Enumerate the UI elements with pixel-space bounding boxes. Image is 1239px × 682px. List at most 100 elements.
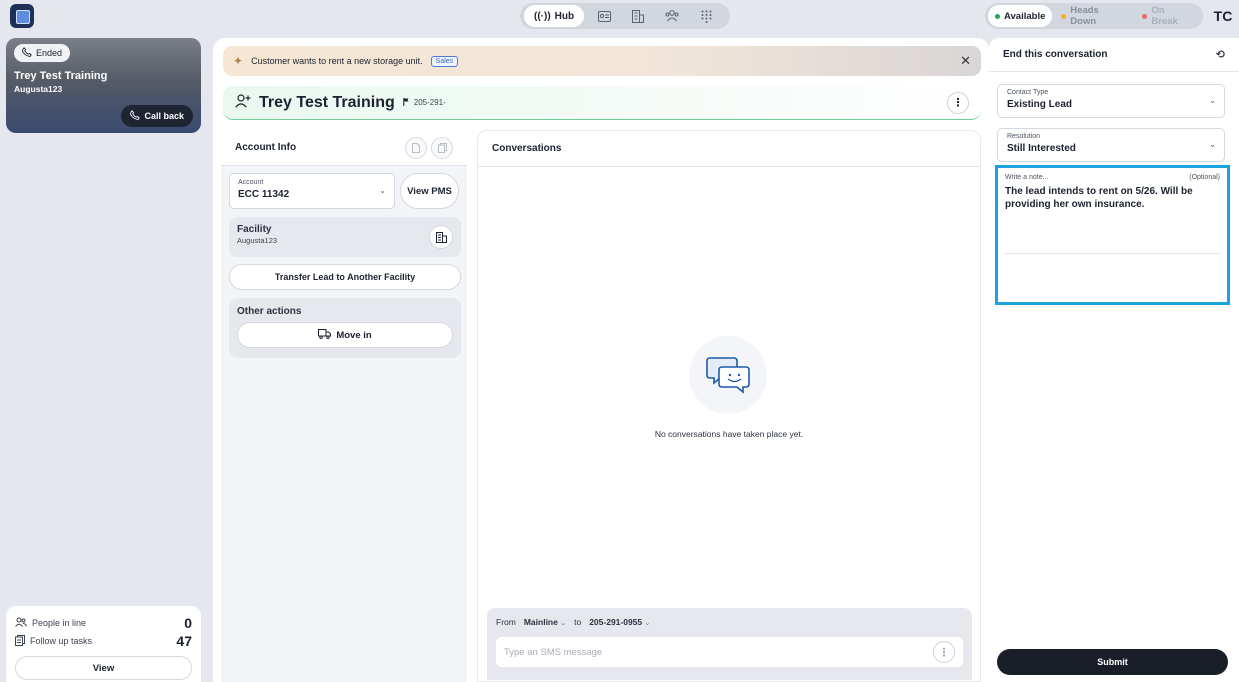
call-status-label: Ended (36, 48, 63, 58)
account-info-title: Account Info (235, 142, 297, 153)
chat-bubbles-icon (689, 336, 767, 414)
note-header: Write a note... (Optional) (1005, 174, 1220, 181)
note-textarea[interactable]: Write a note... (Optional) The lead inte… (995, 165, 1230, 305)
user-avatar[interactable]: TC (1210, 4, 1236, 28)
contact-type-select[interactable]: Contact Type Existing Lead ⌄ (997, 84, 1225, 118)
status-on-break-label: On Break (1151, 5, 1178, 27)
chevron-down-icon: ⌄ (1209, 140, 1216, 149)
copy-icon[interactable] (431, 136, 453, 159)
chevron-down-icon: ⌄ (1209, 96, 1216, 105)
availability-selector: Available Heads Down On Break (985, 3, 1203, 29)
active-call-card[interactable]: Ended Trey Test Training Augusta123 Call… (6, 38, 201, 133)
conversations-header: Conversations (478, 131, 980, 167)
move-in-label: Move in (336, 329, 372, 341)
caller-facility: Augusta123 (14, 84, 63, 94)
top-bar: ((·)) Hub Available Heads Down On Break (0, 0, 1239, 32)
call-back-label: Call back (144, 111, 184, 121)
from-value: Mainline (523, 617, 558, 627)
end-conversation-header: End this conversation ⟲ (989, 38, 1239, 72)
resolution-label: Resolution (1007, 133, 1041, 140)
sms-route-row: From Mainline ⌄ to 205-291-0955 ⌄ (496, 615, 963, 629)
people-in-line-count: 0 (184, 615, 192, 631)
view-queue-button[interactable]: View (15, 656, 192, 680)
chevron-down-icon: ⌄ (379, 186, 386, 195)
move-in-button[interactable]: Move in (237, 322, 453, 348)
contact-type-label: Contact Type (1007, 89, 1049, 96)
phone-icon (130, 110, 141, 122)
follow-up-label: Follow up tasks (30, 636, 93, 646)
account-label: Account (238, 179, 264, 186)
lead-phone-number: 205-291- (413, 98, 446, 107)
lead-header: Trey Test Training 205-291- ⋮ (223, 86, 981, 120)
status-heads-down[interactable]: Heads Down (1054, 5, 1133, 27)
heads-down-dot-icon (1061, 13, 1067, 19)
tasks-icon (15, 634, 25, 648)
facility-title: Facility (237, 224, 272, 235)
conversations-panel: Conversations No conversations have take… (477, 130, 981, 682)
close-icon[interactable]: ✕ (960, 53, 971, 69)
intent-text: Customer wants to rent a new storage uni… (251, 56, 423, 66)
queue-summary: People in line 0 Follow up tasks 47 View (6, 606, 201, 682)
intent-banner: ✦ Customer wants to rent a new storage u… (223, 46, 981, 76)
on-break-dot-icon (1142, 13, 1148, 19)
app-logo[interactable] (10, 4, 34, 28)
other-actions-card: Other actions Move in (229, 298, 461, 358)
sms-placeholder: Type an SMS message (504, 646, 603, 658)
intent-tag: Sales (430, 55, 459, 67)
to-value: 205-291-0955 (589, 617, 643, 627)
call-back-button[interactable]: Call back (121, 105, 193, 127)
lead-phone: 205-291- (403, 97, 446, 108)
sms-more-options-button[interactable]: ⋮ (933, 641, 955, 663)
document-icon[interactable] (405, 136, 427, 159)
flag-icon (403, 97, 409, 108)
resolution-select[interactable]: Resolution Still Interested ⌄ (997, 128, 1225, 162)
end-conversation-title: End this conversation (1003, 49, 1108, 60)
note-optional: (Optional) (1189, 174, 1220, 181)
to-label: to (574, 617, 582, 627)
main-nav: ((·)) Hub (520, 3, 730, 29)
other-actions-title: Other actions (237, 306, 302, 317)
from-select[interactable]: Mainline ⌄ (524, 617, 566, 627)
from-label: From (496, 617, 516, 627)
building-icon[interactable] (429, 225, 453, 249)
person-add-icon (235, 94, 251, 111)
empty-conversations-text: No conversations have taken place yet. (654, 429, 804, 439)
account-info-header: Account Info (221, 130, 467, 166)
account-value: ECC 11342 (238, 189, 290, 200)
building-icon[interactable] (624, 5, 652, 27)
note-label: Write a note... (1005, 174, 1049, 181)
broadcast-icon: ((·)) (534, 10, 551, 22)
nav-hub-label: Hub (554, 10, 575, 22)
account-select[interactable]: Account ECC 11342 ⌄ (229, 173, 395, 209)
people-in-line-label: People in line (32, 618, 87, 628)
chevron-down-icon: ⌄ (560, 620, 567, 627)
end-conversation-panel: End this conversation ⟲ Contact Type Exi… (989, 38, 1239, 682)
transfer-lead-button[interactable]: Transfer Lead to Another Facility (229, 264, 461, 290)
submit-button[interactable]: Submit (997, 649, 1228, 675)
caller-name: Trey Test Training (14, 70, 108, 82)
dialpad-icon[interactable] (692, 5, 720, 27)
to-select[interactable]: 205-291-0955 ⌄ (589, 617, 650, 627)
lead-workspace: ✦ Customer wants to rent a new storage u… (213, 38, 989, 682)
lead-more-options-button[interactable]: ⋮ (947, 91, 969, 114)
phone-icon (22, 47, 32, 59)
sparkle-icon: ✦ (233, 54, 244, 68)
undo-icon[interactable]: ⟲ (1216, 48, 1225, 61)
status-heads-down-label: Heads Down (1070, 5, 1099, 27)
status-available[interactable]: Available (988, 5, 1053, 27)
people-group-icon[interactable] (658, 5, 686, 27)
call-status-badge: Ended (14, 44, 71, 62)
contact-type-value: Existing Lead (1007, 99, 1073, 110)
nav-hub-tab[interactable]: ((·)) Hub (524, 5, 585, 27)
available-dot-icon (995, 13, 1000, 19)
contact-card-icon[interactable] (590, 5, 618, 27)
view-pms-button[interactable]: View PMS (400, 173, 459, 209)
note-text: The lead intends to rent on 5/26. Will b… (1005, 186, 1193, 210)
lead-name: Trey Test Training (259, 93, 395, 111)
chevron-down-icon: ⌄ (644, 620, 651, 627)
account-row: Account ECC 11342 ⌄ View PMS (229, 173, 459, 209)
people-in-line-row: People in line 0 (15, 614, 192, 632)
sms-input[interactable]: Type an SMS message ⋮ (496, 637, 963, 667)
facility-card: Facility Augusta123 (229, 217, 461, 257)
status-on-break[interactable]: On Break (1135, 5, 1200, 27)
